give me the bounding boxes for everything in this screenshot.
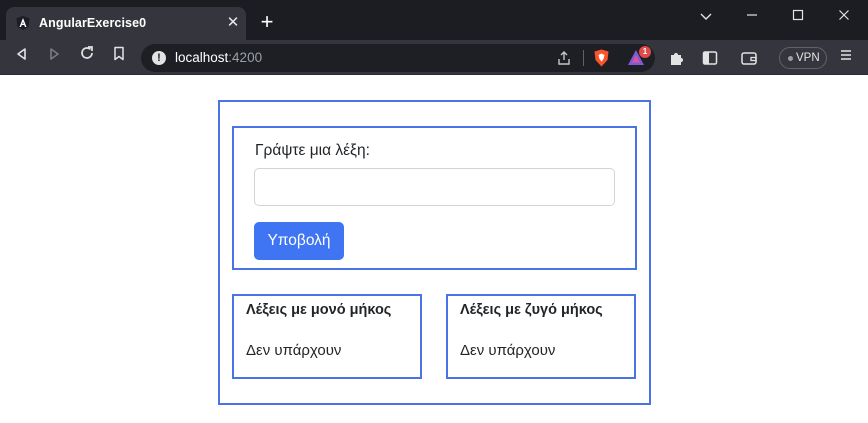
address-bar-divider	[583, 50, 584, 66]
browser-titlebar: AngularExercise0 ✕ +	[0, 0, 868, 40]
tab-title: AngularExercise0	[39, 16, 147, 30]
word-label: Γράψτε μια λέξη:	[255, 142, 370, 159]
extensions-icon[interactable]	[668, 49, 686, 67]
menu-icon[interactable]	[838, 48, 854, 68]
browser-tab[interactable]: AngularExercise0 ✕	[6, 7, 246, 40]
vpn-status-icon	[788, 56, 793, 61]
odd-length-words-panel: Λέξεις με μονό μήκος Δεν υπάρχουν	[232, 294, 422, 379]
reload-icon[interactable]	[75, 45, 99, 69]
wallet-icon[interactable]	[740, 49, 758, 67]
minimize-icon[interactable]	[739, 6, 765, 26]
even-length-empty-text: Δεν υπάρχουν	[460, 342, 556, 359]
vpn-button[interactable]: VPN	[779, 47, 827, 69]
angular-icon	[16, 16, 30, 30]
forward-icon[interactable]	[42, 45, 66, 69]
even-length-title: Λέξεις με ζυγό μήκος	[460, 302, 603, 318]
odd-length-title: Λέξεις με μονό μήκος	[246, 302, 392, 318]
rewards-badge: 1	[639, 46, 651, 58]
maximize-icon[interactable]	[785, 6, 811, 26]
brave-shields-icon[interactable]	[593, 49, 610, 67]
address-bar[interactable]: ! localhost:4200	[141, 44, 655, 72]
word-input[interactable]	[254, 168, 615, 206]
back-icon[interactable]	[10, 45, 34, 69]
page-viewport: Γράψτε μια λέξη: Υποβολή Λέξεις με μονό …	[0, 76, 868, 423]
bookmark-icon[interactable]	[107, 45, 131, 69]
tab-search-icon[interactable]	[693, 6, 719, 26]
tab-close-icon[interactable]: ✕	[224, 14, 242, 32]
info-icon[interactable]: !	[152, 51, 166, 65]
url-text[interactable]: localhost:4200	[175, 50, 262, 65]
browser-toolbar: ! localhost:4200 1 VPN	[0, 40, 868, 75]
new-tab-button[interactable]: +	[256, 11, 278, 34]
odd-length-empty-text: Δεν υπάρχουν	[246, 342, 342, 359]
window-close-icon[interactable]	[831, 6, 857, 26]
share-icon[interactable]	[556, 50, 572, 66]
sidebar-icon[interactable]	[701, 49, 719, 67]
even-length-words-panel: Λέξεις με ζυγό μήκος Δεν υπάρχουν	[446, 294, 636, 379]
word-form: Γράψτε μια λέξη: Υποβολή	[232, 126, 637, 270]
submit-button[interactable]: Υποβολή	[254, 222, 344, 260]
vpn-label: VPN	[796, 52, 820, 64]
